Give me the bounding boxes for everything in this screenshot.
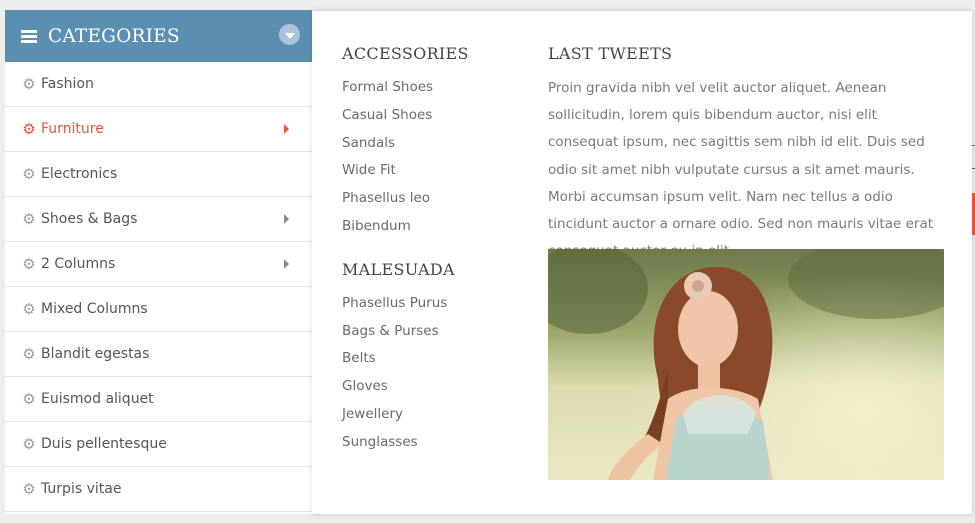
menu-link[interactable]: Phasellus leo [342,190,430,206]
sidebar-item[interactable]: ⚙ Turpis vitae [5,467,312,512]
malesuada-links: Phasellus Purus Bags & Purses Belts Gloves J… [342,295,522,462]
sidebar-item-label: Fashion [41,76,94,92]
menu-link[interactable]: Gloves [342,378,388,394]
menu-link-item: Belts [342,350,522,378]
sidebar-item[interactable]: ⚙ Electronics [5,152,312,197]
menu-link-item: Casual Shoes [342,107,522,135]
chevron-down-icon[interactable] [279,24,300,45]
menu-link[interactable]: Bags & Purses [342,323,439,339]
sidebar-item-label: Blandit egestas [41,346,150,362]
sidebar-item[interactable]: ⚙ Furniture [5,107,312,152]
featured-photo[interactable] [548,249,944,480]
menu-link[interactable]: Casual Shoes [342,107,432,123]
tweet-text: Proin gravida nibh vel velit auctor aliq… [548,80,934,259]
menu-link-item: Wide Fit [342,162,522,190]
tweets-title: LAST TWEETS [548,44,673,63]
accessories-links: Formal Shoes Casual Shoes Sandals Wide Fit P… [342,79,522,246]
sidebar-item[interactable]: ⚙ Shoes & Bags [5,197,312,242]
gear-icon: ⚙ [22,345,36,363]
gear-icon: ⚙ [22,210,36,228]
caret-right-icon [284,214,289,224]
gear-icon: ⚙ [22,255,36,273]
menu-link[interactable]: Sunglasses [342,434,418,450]
links-column: ACCESSORIES Formal Shoes Casual Shoes Sand… [342,44,522,462]
menu-link[interactable]: Wide Fit [342,162,396,178]
sidebar-item[interactable]: ⚙ Blandit egestas [5,332,312,377]
sidebar-item[interactable]: ⚙ Fashion [5,62,312,107]
sidebar-item-label: Mixed Columns [41,301,148,317]
sidebar-item[interactable]: ⚙ Duis pellentesque [5,422,312,467]
malesuada-title: MALESUADA [342,259,455,279]
menu-link[interactable]: Bibendum [342,218,411,234]
menu-link-item: Formal Shoes [342,79,522,107]
gear-icon: ⚙ [22,435,36,453]
accessories-title: ACCESSORIES [342,44,469,63]
menu-link-item: Bags & Purses [342,323,522,351]
menu-link-item: Bibendum [342,218,522,246]
menu-link-item: Sandals [342,135,522,163]
caret-right-icon [284,259,289,269]
sidebar-item[interactable]: ⚙ 2 Columns [5,242,312,287]
gear-icon: ⚙ [22,120,36,138]
gear-icon: ⚙ [22,165,36,183]
menu-link-item: Sunglasses [342,434,522,462]
featured-photo-image [548,249,944,480]
hamburger-icon[interactable] [21,29,37,43]
gear-icon: ⚙ [22,75,36,93]
menu-link-item: Phasellus Purus [342,295,522,323]
menu-link[interactable]: Belts [342,350,376,366]
categories-sidebar: CATEGORIES ⚙ Fashion ⚙ Furniture ⚙ Electronic… [5,10,312,514]
sidebar-item-label: Shoes & Bags [41,211,138,227]
menu-link-item: Phasellus leo [342,190,522,218]
sidebar-item[interactable]: ⚙ Euismod aliquet [5,377,312,422]
mega-menu-panel: ACCESSORIES Formal Shoes Casual Shoes Sand… [312,10,973,515]
menu-link[interactable]: Jewellery [342,406,403,422]
sidebar-item-label: 2 Columns [41,256,116,272]
sidebar-item-label: Duis pellentesque [41,436,167,452]
sidebar-item-label: Euismod aliquet [41,391,154,407]
menu-link[interactable]: Formal Shoes [342,79,433,95]
gear-icon: ⚙ [22,480,36,498]
menu-link[interactable]: Sandals [342,135,395,151]
tweets-column: LAST TWEETS Proin gravida nibh vel velit… [548,44,944,265]
category-list: ⚙ Fashion ⚙ Furniture ⚙ Electronics ⚙ Shoes & B… [5,62,312,512]
menu-link-item: Jewellery [342,406,522,434]
sidebar-item[interactable]: ⚙ Mixed Columns [5,287,312,332]
caret-right-icon [284,124,289,134]
menu-link[interactable]: Phasellus Purus [342,295,447,311]
gear-icon: ⚙ [22,390,36,408]
sidebar-item-label: Electronics [41,166,118,182]
menu-link-item: Gloves [342,378,522,406]
sidebar-item-label: Furniture [41,121,104,137]
gear-icon: ⚙ [22,300,36,318]
sidebar-item-label: Turpis vitae [41,481,122,497]
categories-header[interactable]: CATEGORIES [5,10,312,62]
categories-title: CATEGORIES [48,25,180,47]
